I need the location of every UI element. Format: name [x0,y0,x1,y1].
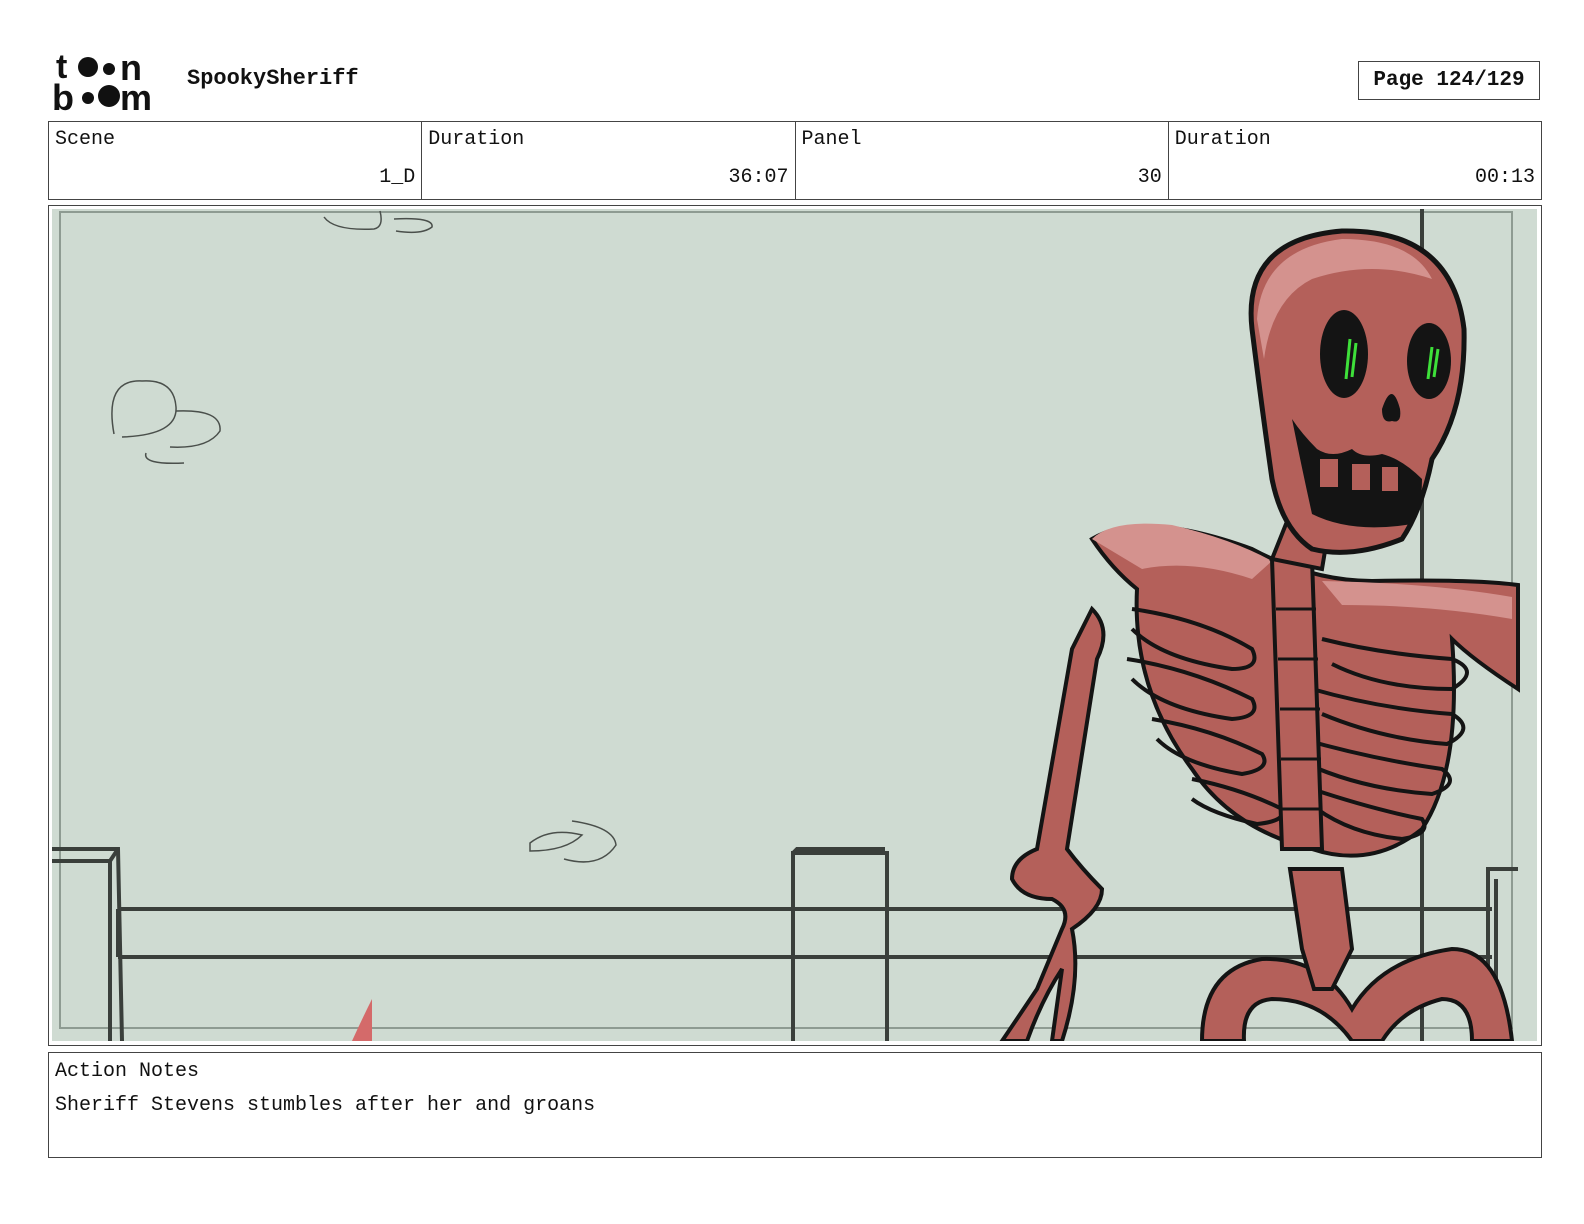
panel-duration-label: Duration [1174,128,1271,151]
scene-duration-label: Duration [428,128,525,151]
toonboom-logo-icon: t n b m [52,47,152,118]
scene-duration-value: 36:07 [728,166,789,189]
page-indicator: Page 124/129 [1358,61,1540,100]
action-notes-box: Action Notes Sheriff Stevens stumbles af… [48,1052,1542,1158]
scene-label: Scene [55,128,116,151]
scene-value: 1_D [379,166,416,189]
panel-duration-cell: Duration 00:13 [1169,122,1541,199]
panel-duration-value: 00:13 [1474,166,1535,189]
scene-cell: Scene 1_D [49,122,423,199]
project-title: SpookySheriff [187,66,359,91]
toonboom-logo: t n b m [52,47,164,118]
action-notes-label: Action Notes [55,1060,200,1083]
scene-info-table: Scene 1_D Duration 36:07 Panel 30 Durati… [48,121,1542,200]
skeleton-sheriff-drawing [52,209,1537,1041]
svg-text:m: m [120,77,152,114]
storyboard-panel [48,205,1542,1046]
scene-duration-cell: Duration 36:07 [422,122,796,199]
panel-value: 30 [1137,166,1162,189]
panel-cell: Panel 30 [796,122,1169,199]
svg-text:b: b [52,77,74,114]
panel-label: Panel [801,128,862,151]
action-notes-text: Sheriff Stevens stumbles after her and g… [55,1094,596,1117]
